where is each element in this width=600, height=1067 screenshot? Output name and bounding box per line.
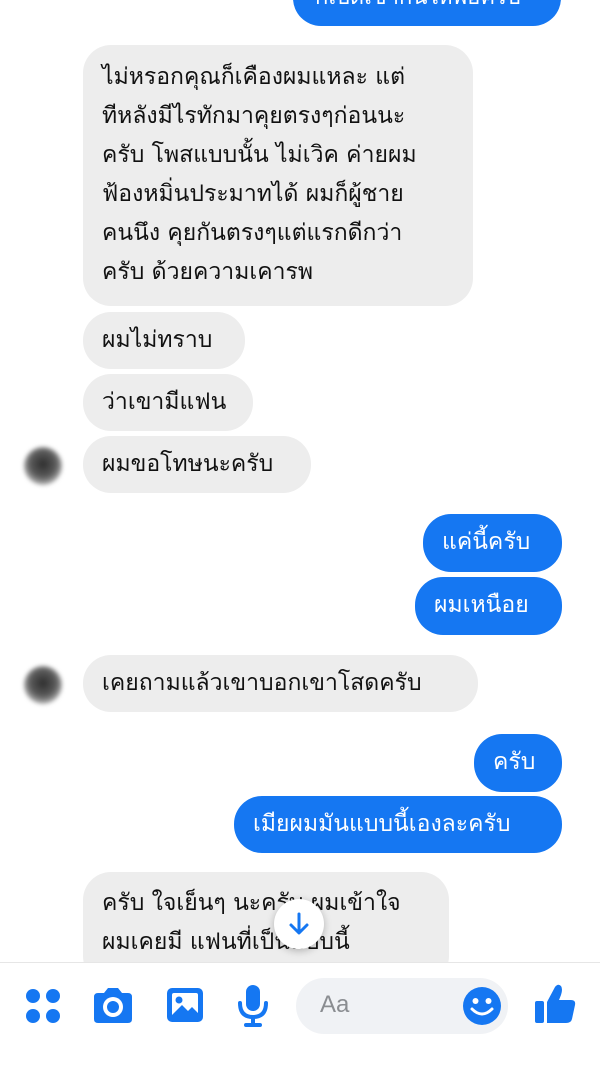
incoming-message: ผมไม่ทราบ xyxy=(83,312,245,369)
apps-icon[interactable] xyxy=(24,987,62,1025)
outgoing-message: ผมเหนือย xyxy=(415,577,562,635)
microphone-icon[interactable] xyxy=(236,983,270,1029)
incoming-message: ครับ ใจเย็นๆ นะครับ ผมเข้าใจ ผมเคยมี แฟน… xyxy=(83,872,449,962)
contact-avatar[interactable] xyxy=(24,666,62,704)
message-input-placeholder: Aa xyxy=(320,991,350,1018)
thumbs-up-icon[interactable] xyxy=(532,981,578,1027)
message-list: ก็เปิดเข้ากันให้พอครับ ไม่หรอกคุณก็เคือง… xyxy=(0,0,600,962)
emoji-icon[interactable] xyxy=(461,985,503,1027)
composer-bar: Aa xyxy=(0,962,600,1067)
outgoing-message: แค่นี้ครับ xyxy=(423,514,562,572)
incoming-message: ไม่หรอกคุณก็เคืองผมแหละ แต่ ทีหลังมีไรทั… xyxy=(83,45,473,306)
contact-avatar[interactable] xyxy=(24,447,62,485)
scroll-to-bottom-button[interactable] xyxy=(274,899,324,949)
arrow-down-icon xyxy=(289,912,309,935)
incoming-message: ผมขอโทษนะครับ xyxy=(83,436,311,493)
outgoing-message: เมียผมมันแบบนี้เองละครับ xyxy=(234,796,562,853)
incoming-message: เคยถามแล้วเขาบอกเขาโสดครับ xyxy=(83,655,478,712)
gallery-icon[interactable] xyxy=(165,985,205,1025)
outgoing-message: ครับ xyxy=(474,734,562,792)
outgoing-message: ก็เปิดเข้ากันให้พอครับ xyxy=(293,0,561,26)
incoming-message: ว่าเขามีแฟน xyxy=(83,374,253,431)
camera-icon[interactable] xyxy=(90,985,136,1027)
